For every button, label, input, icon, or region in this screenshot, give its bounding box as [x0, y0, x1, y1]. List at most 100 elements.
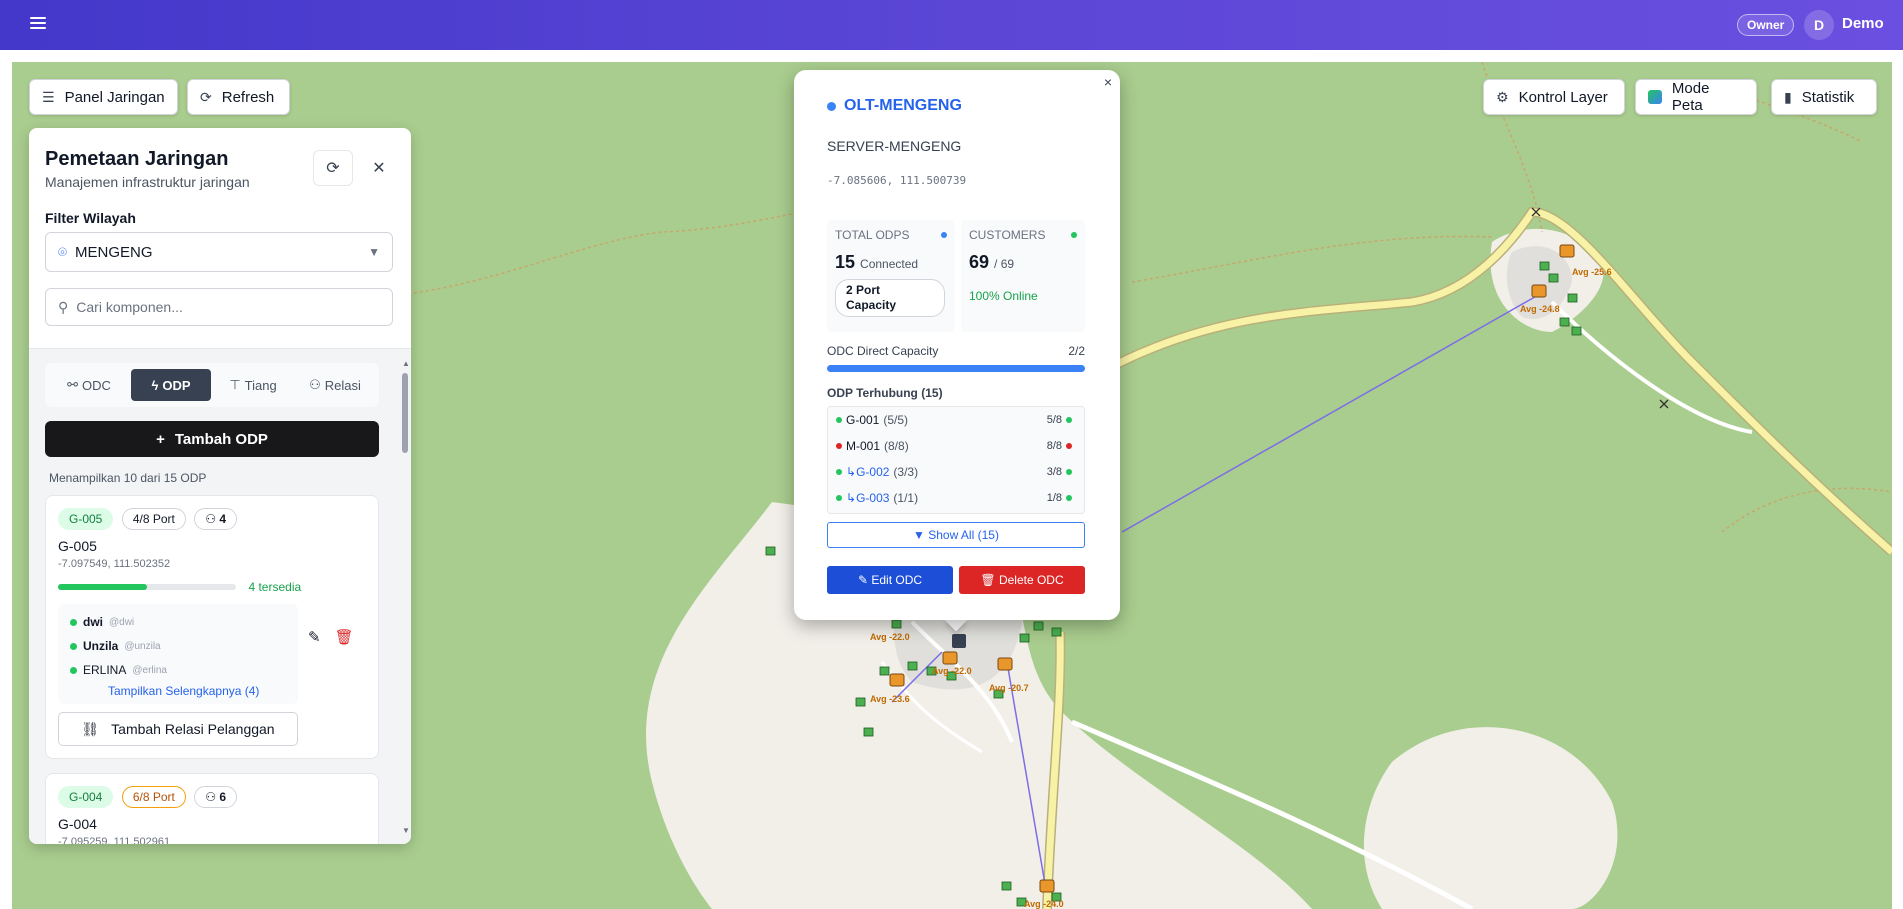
status-dot: [1066, 469, 1072, 475]
status-dot: [836, 417, 842, 423]
odp-count: (3/3): [893, 465, 919, 479]
tab-label: Tiang: [244, 377, 277, 393]
show-more-link[interactable]: Tampilkan Selengkapnya (4): [70, 684, 286, 698]
status-dot: [836, 495, 842, 501]
scroll-down-icon[interactable]: ▼: [402, 826, 410, 835]
tab-label: Relasi: [324, 377, 361, 393]
layer-control-button[interactable]: ⚙ Kontrol Layer: [1483, 79, 1625, 115]
odp-count: (5/5): [883, 413, 909, 427]
map-label: Avg -24.8: [1520, 304, 1560, 314]
table-row[interactable]: ↳ G-002 (3/3) 3/8: [828, 459, 1084, 485]
popup-title-text: OLT-MENGENG: [844, 97, 962, 114]
odp-code-badge: G-004: [58, 786, 114, 808]
panel-refresh-button[interactable]: ⟳: [313, 150, 353, 186]
pole-icon: ⊤: [229, 377, 241, 392]
filter-label: Filter Wilayah: [45, 210, 136, 226]
edit-icon[interactable]: ✎: [308, 628, 321, 704]
refresh-button[interactable]: ⟳ Refresh: [187, 79, 290, 115]
users-icon: ⚇: [309, 377, 321, 392]
customers-card: CUSTOMERS 69 / 69 100% Online: [961, 220, 1085, 332]
close-icon: ✕: [372, 160, 386, 177]
region-select-value: MENGENG: [75, 243, 153, 261]
show-all-button[interactable]: ▼ Show All (15): [827, 522, 1085, 548]
menu-icon: ☰: [42, 88, 55, 105]
tab-label: ODC: [82, 377, 111, 393]
close-icon[interactable]: ×: [1104, 74, 1112, 90]
customer-name: ERLINA: [83, 663, 127, 677]
popup-coordinates: -7.085606, 111.500739: [827, 174, 967, 187]
table-row[interactable]: G-001 (5/5) 5/8: [828, 407, 1084, 433]
customer-username: @erlina: [132, 664, 167, 676]
status-dot: [70, 642, 77, 650]
odp-name: M-001: [846, 439, 881, 453]
stat-suffix: / 69: [994, 257, 1015, 271]
panel-scrollbar[interactable]: ▲ ▼: [402, 359, 410, 835]
customer-name: Unzila: [83, 639, 119, 653]
capacity-label: ODC Direct Capacity: [827, 344, 939, 358]
bar-chart-icon: ▮: [1784, 88, 1792, 105]
add-customer-relation-button[interactable]: ⛓ Tambah Relasi Pelanggan: [58, 712, 298, 746]
user-name[interactable]: Demo: [1842, 15, 1884, 32]
table-row[interactable]: M-001 (8/8) 8/8: [828, 433, 1084, 459]
plus-icon: +: [156, 430, 165, 448]
top-bar: Owner D Demo: [0, 0, 1903, 50]
tab-odc[interactable]: ⚯ ODC: [49, 369, 129, 401]
menu-icon[interactable]: [30, 17, 46, 31]
add-odp-button[interactable]: + Tambah ODP: [45, 421, 379, 457]
refresh-icon: ⟳: [326, 160, 340, 177]
status-dot: [70, 618, 77, 626]
list-item: Unzila @unzila: [70, 634, 286, 658]
map-mode-button[interactable]: Mode Peta: [1635, 79, 1757, 115]
trash-icon[interactable]: 🗑: [335, 628, 354, 704]
tab-odp[interactable]: ϟ ODP: [131, 369, 211, 401]
port-badge: 6/8 Port: [121, 786, 186, 808]
statistics-button[interactable]: ▮ Statistik: [1771, 79, 1877, 115]
status-dot: [836, 443, 842, 449]
tab-tiang[interactable]: ⊤ Tiang: [213, 369, 293, 401]
scroll-thumb[interactable]: [402, 373, 408, 453]
sliders-icon: ⚙: [1496, 88, 1509, 105]
delete-odc-button[interactable]: 🗑 Delete ODC: [959, 566, 1085, 594]
panel-title: Pemetaan Jaringan: [45, 148, 229, 170]
stat-value: 15: [835, 252, 856, 272]
odp-name: G-002: [856, 465, 890, 479]
odp-name: G-004: [58, 816, 97, 832]
child-branch-icon: ↳: [846, 465, 857, 479]
odp-code-badge: G-005: [58, 508, 114, 530]
odp-card[interactable]: G-005 4/8 Port ⚇ 4 G-005 -7.097549, 111.…: [45, 495, 379, 759]
panel-toggle-button[interactable]: ☰ Panel Jaringan: [29, 79, 178, 115]
online-status: 100% Online: [969, 289, 1038, 303]
trash-icon: 🗑: [980, 573, 999, 587]
search-input[interactable]: ⚲ Cari komponen...: [45, 288, 393, 326]
status-dot: [1066, 443, 1072, 449]
customer-username: @dwi: [109, 616, 135, 628]
status-dot: [1066, 417, 1072, 423]
region-select[interactable]: ⌾ MENGENG ▼: [45, 232, 393, 272]
map-label: Avg -22.0: [870, 632, 910, 642]
map-label: Avg -25.6: [1572, 267, 1612, 277]
odc-icon: ⚯: [67, 377, 78, 392]
link-icon: ⛓: [81, 720, 100, 737]
odc-popup: × OLT-MENGENG SERVER-MENGENG -7.085606, …: [794, 70, 1120, 620]
odp-count: (1/1): [893, 491, 919, 505]
status-dot: [1066, 495, 1072, 501]
stat-value: 69: [969, 252, 990, 272]
odp-card[interactable]: G-004 6/8 Port ⚇ 6 G-004 -7.095259, 111.…: [45, 773, 379, 844]
port-badge: 4/8 Port: [121, 508, 186, 530]
available-ports: 4 tersedia: [248, 579, 302, 594]
scroll-up-icon[interactable]: ▲: [402, 359, 410, 368]
panel-close-button[interactable]: ✕: [359, 150, 399, 186]
edit-icon: ✎: [857, 573, 872, 587]
tab-relasi[interactable]: ⚇ Relasi: [295, 369, 375, 401]
delete-odc-label: Delete ODC: [998, 573, 1064, 587]
search-icon: ⚲: [58, 298, 69, 315]
table-row[interactable]: ↳ G-003 (1/1) 1/8: [828, 485, 1084, 511]
status-dot: [1071, 232, 1077, 238]
port-capacity-badge: 2 Port Capacity: [835, 279, 945, 317]
connected-odp-header: ODP Terhubung (15): [827, 386, 943, 400]
avatar[interactable]: D: [1804, 10, 1834, 40]
edit-odc-button[interactable]: ✎ Edit ODC: [827, 566, 953, 594]
capacity-bar: [827, 365, 1085, 372]
stat-label: CUSTOMERS: [969, 228, 1046, 242]
status-dot: [941, 232, 947, 238]
